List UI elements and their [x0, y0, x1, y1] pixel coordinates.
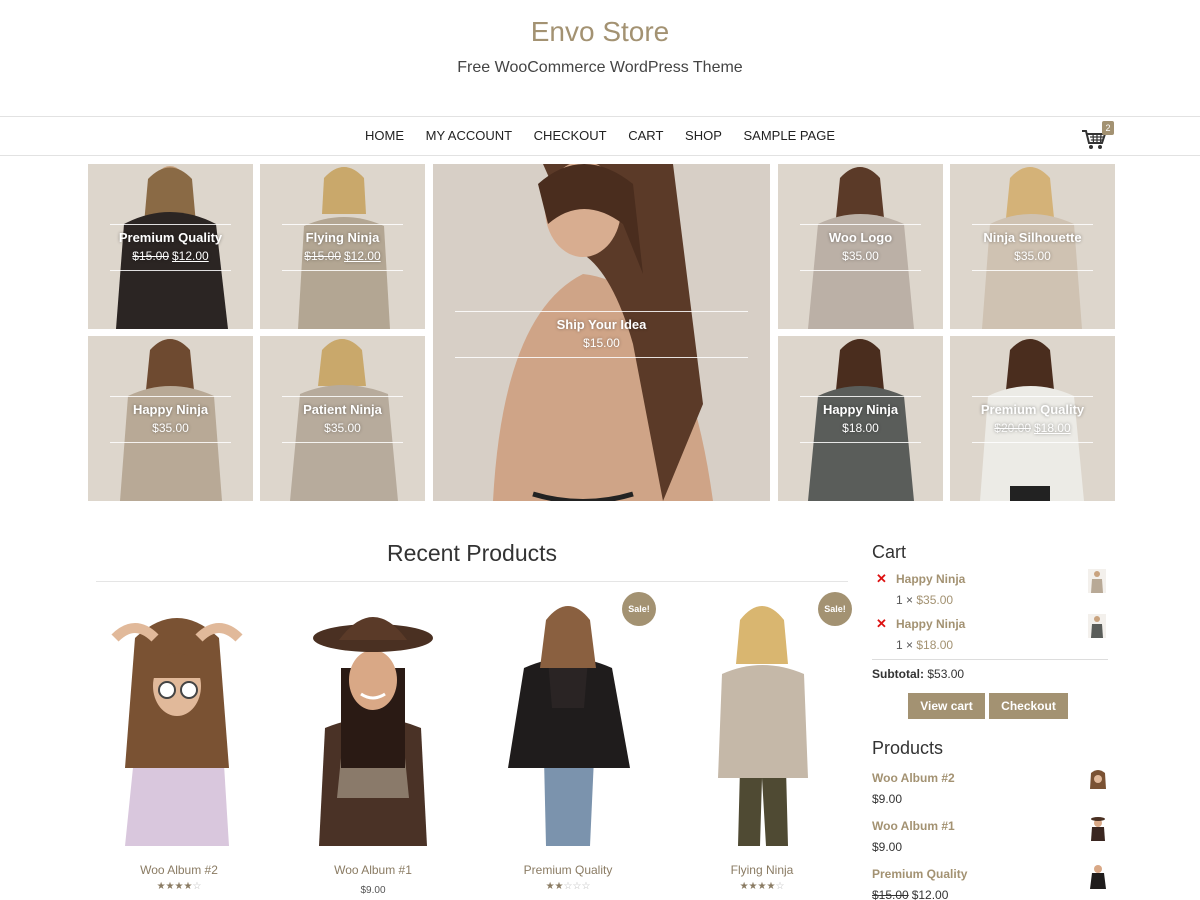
grid-tile-happy-ninja-sale[interactable]: Happy Ninja $18.00 — [778, 336, 943, 501]
cart-item-quantity: 1 × $18.00 — [896, 638, 954, 652]
star-empty-icon: ☆ — [581, 881, 591, 892]
site-title[interactable]: Envo Store — [0, 16, 1200, 48]
product-name[interactable]: Premium Quality — [484, 863, 652, 877]
product-name: Ninja Silhouette — [983, 230, 1082, 245]
view-cart-button[interactable]: View cart — [908, 693, 985, 719]
cart-item-name[interactable]: Happy Ninja — [896, 617, 965, 631]
product-price: $20.00 $18.00 — [994, 421, 1071, 435]
star-rating: ★★★★☆ — [678, 881, 846, 892]
star-empty-icon: ☆ — [192, 881, 202, 892]
product-name: Premium Quality — [980, 402, 1085, 417]
star-empty-icon: ☆ — [775, 881, 785, 892]
product-list-thumbnail[interactable] — [1088, 863, 1108, 889]
product-list-thumbnail[interactable] — [1088, 767, 1108, 793]
product-name: Patient Ninja — [303, 402, 382, 417]
product-name[interactable]: Woo Album #1 — [289, 863, 457, 877]
nav-my-account[interactable]: MY ACCOUNT — [426, 128, 512, 143]
recent-products-heading: Recent Products — [386, 540, 558, 566]
grid-tile-patient-ninja[interactable]: Patient Ninja $35.00 — [260, 336, 425, 501]
nav-cart[interactable]: CART — [628, 128, 663, 143]
product-name: Flying Ninja — [305, 230, 380, 245]
product-image — [95, 598, 263, 846]
product-list-name[interactable]: Woo Album #2 — [872, 771, 955, 785]
grid-tile-ninja-silhouette[interactable]: Ninja Silhouette $35.00 — [950, 164, 1115, 329]
product-list-thumbnail[interactable] — [1088, 815, 1108, 841]
grid-tile-premium-quality[interactable]: Premium Quality $15.00 $12.00 — [88, 164, 253, 329]
star-rating: ★★★★☆ — [95, 881, 263, 892]
product-image — [289, 598, 457, 846]
main-navigation: HOME MY ACCOUNT CHECKOUT CART SHOP SAMPL… — [0, 116, 1200, 156]
cart-item-thumbnail — [1088, 569, 1106, 593]
cart-item-name[interactable]: Happy Ninja — [896, 572, 965, 586]
star-filled-icon: ★ — [545, 881, 555, 892]
product-list-name[interactable]: Woo Album #1 — [872, 819, 955, 833]
product-price: $35.00 — [152, 421, 189, 435]
product-list-price: $9.00 — [872, 840, 903, 854]
product-name[interactable]: Woo Album #2 — [95, 863, 263, 877]
cart-item-thumbnail — [1088, 614, 1106, 638]
product-card-premium-quality[interactable]: Premium Quality ★★☆☆☆ — [484, 598, 652, 898]
product-price: $15.00 $12.00 — [132, 249, 209, 263]
product-image — [484, 598, 652, 846]
remove-item-icon[interactable]: ✕ — [876, 616, 887, 632]
star-filled-icon: ★ — [554, 881, 564, 892]
product-name: Woo Logo — [828, 230, 893, 245]
product-image — [678, 598, 846, 846]
divider — [96, 581, 848, 582]
star-filled-icon: ★ — [156, 881, 166, 892]
product-price: $35.00 — [842, 249, 879, 263]
nav-home[interactable]: HOME — [365, 128, 404, 143]
sale-badge: Sale! — [622, 592, 656, 626]
star-filled-icon: ★ — [165, 881, 175, 892]
cart-item-quantity: 1 × $35.00 — [896, 593, 954, 607]
product-card-woo-album-1[interactable]: Woo Album #1 $9.00 — [289, 598, 457, 898]
remove-item-icon[interactable]: ✕ — [876, 571, 887, 587]
product-price: $15.00 $12.00 — [304, 249, 381, 263]
products-widget-title: Products — [872, 738, 944, 758]
product-price: $35.00 — [324, 421, 361, 435]
nav-shop[interactable]: SHOP — [685, 128, 722, 143]
product-name: Happy Ninja — [822, 402, 899, 417]
product-name: Ship Your Idea — [556, 317, 647, 332]
cart-count-badge: 2 — [1102, 121, 1114, 135]
nav-checkout[interactable]: CHECKOUT — [534, 128, 607, 143]
star-filled-icon: ★ — [739, 881, 749, 892]
divider — [872, 659, 1108, 660]
product-card-flying-ninja[interactable]: Flying Ninja ★★★★☆ — [678, 598, 846, 898]
grid-tile-ship-your-idea[interactable]: Ship Your Idea $15.00 — [433, 164, 770, 501]
checkout-button[interactable]: Checkout — [989, 693, 1068, 719]
grid-tile-premium-quality-white[interactable]: Premium Quality $20.00 $18.00 — [950, 336, 1115, 501]
sale-badge: Sale! — [818, 592, 852, 626]
grid-tile-happy-ninja[interactable]: Happy Ninja $35.00 — [88, 336, 253, 501]
product-list-name[interactable]: Premium Quality — [872, 867, 967, 881]
product-name[interactable]: Flying Ninja — [678, 863, 846, 877]
site-tagline: Free WooCommerce WordPress Theme — [457, 59, 743, 76]
product-card-woo-album-2[interactable]: Woo Album #2 ★★★★☆ — [95, 598, 263, 898]
product-price: $9.00 — [360, 885, 386, 896]
product-name: Happy Ninja — [132, 402, 209, 417]
cart-subtotal: Subtotal: $53.00 — [872, 667, 965, 681]
product-price: $35.00 — [1014, 249, 1051, 263]
product-name: Premium Quality — [118, 230, 223, 245]
star-rating: ★★☆☆☆ — [484, 881, 652, 892]
grid-tile-woo-logo[interactable]: Woo Logo $35.00 — [778, 164, 943, 329]
cart-widget-title: Cart — [872, 542, 907, 562]
product-price: $15.00 — [583, 336, 620, 350]
product-list-price: $15.00 $12.00 — [872, 888, 949, 900]
nav-sample-page[interactable]: SAMPLE PAGE — [744, 128, 836, 143]
star-filled-icon: ★ — [748, 881, 758, 892]
product-price: $18.00 — [842, 421, 879, 435]
product-list-price: $9.00 — [872, 792, 903, 806]
grid-tile-flying-ninja[interactable]: Flying Ninja $15.00 $12.00 — [260, 164, 425, 329]
